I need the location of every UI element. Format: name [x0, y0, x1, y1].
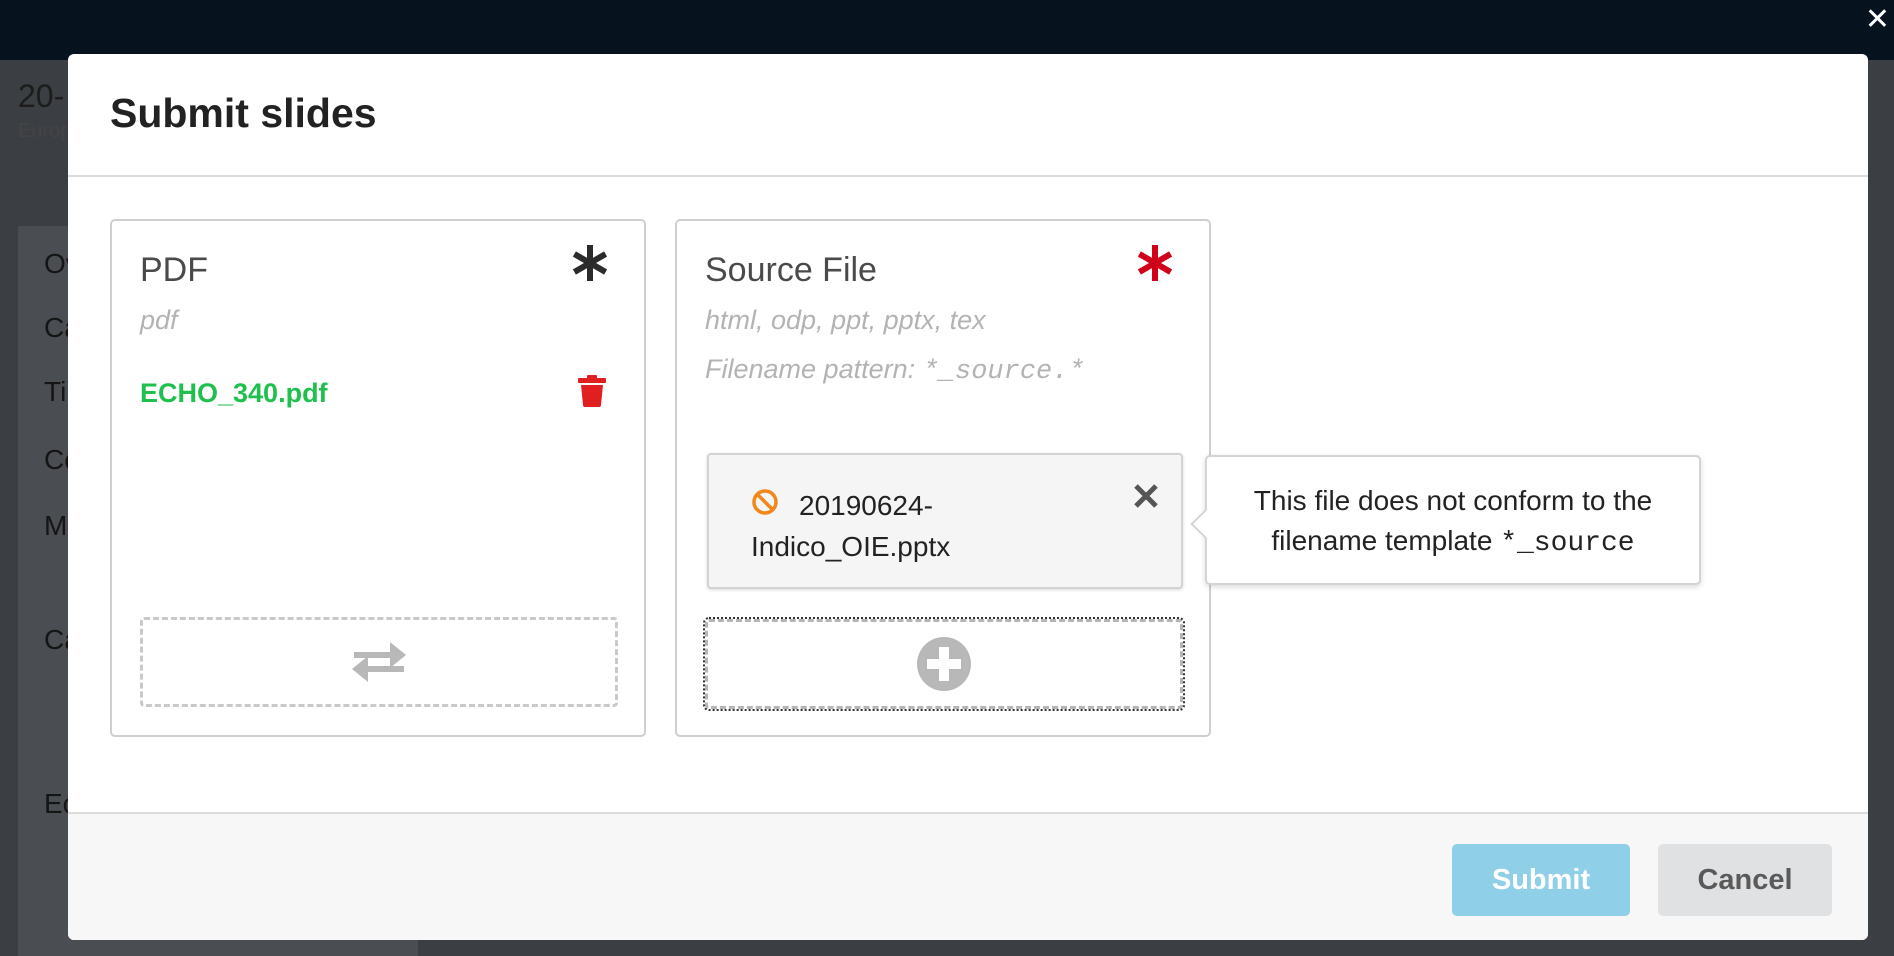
exchange-icon [352, 642, 406, 682]
tooltip-code: *_source [1500, 528, 1635, 559]
submit-slides-dialog: Submit slides PDF pdf ECHO_340.pdf Sourc [68, 54, 1868, 940]
close-icon[interactable] [1133, 483, 1159, 509]
sidebar-item[interactable]: M [44, 510, 67, 542]
filename-warning-tooltip: This file does not conform to the filena… [1190, 455, 1701, 585]
pdf-upload-card: PDF pdf ECHO_340.pdf [110, 219, 646, 737]
replace-file-dropzone[interactable] [140, 617, 618, 707]
plus-circle-icon [917, 637, 971, 691]
filename-pattern-label: Filename pattern: [705, 354, 923, 384]
sidebar-item[interactable]: Ti [44, 376, 66, 408]
top-bar: ✕ [0, 0, 1894, 60]
pending-file-name: 20190624-Indico_OIE.pptx [751, 490, 951, 562]
cancel-button[interactable]: Cancel [1658, 844, 1832, 916]
source-allowed-extensions: html, odp, ppt, pptx, tex [705, 305, 986, 335]
pdf-card-title: PDF [140, 251, 208, 289]
pdf-allowed-extensions: pdf [140, 305, 178, 335]
filename-pattern-value: *_source.* [922, 357, 1085, 387]
add-file-dropzone[interactable] [703, 617, 1185, 711]
filename-pattern: Filename pattern: *_source.* [705, 354, 1085, 387]
required-asterisk-icon [572, 245, 608, 281]
dialog-title: Submit slides [110, 90, 377, 136]
source-file-upload-card: Source File html, odp, ppt, pptx, tex Fi… [675, 219, 1211, 737]
source-card-title: Source File [705, 251, 877, 289]
dialog-footer: Submit Cancel [68, 812, 1868, 940]
page-subtitle: Europ [18, 120, 72, 142]
submit-button[interactable]: Submit [1452, 844, 1630, 916]
required-asterisk-icon [1137, 245, 1173, 281]
trash-icon[interactable] [578, 375, 606, 407]
pending-file-item: 20190624-Indico_OIE.pptx [707, 453, 1183, 589]
dialog-header: Submit slides [68, 54, 1868, 177]
uploaded-file-name: ECHO_340.pdf [140, 378, 328, 408]
close-icon[interactable]: ✕ [1865, 2, 1890, 37]
page-title: 20- [18, 78, 65, 114]
